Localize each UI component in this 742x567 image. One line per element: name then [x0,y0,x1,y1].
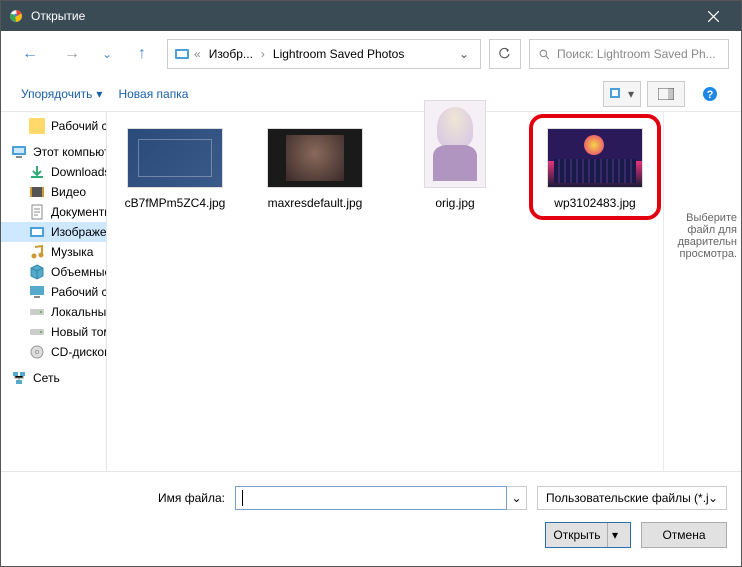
chevron-left-icon: « [194,47,201,61]
nav-row: ← → ⌄ ↑ « Изобр... › Lightroom Saved Pho… [1,31,741,77]
open-dropdown[interactable]: ▾ [607,523,623,547]
close-button[interactable] [693,1,733,31]
address-dropdown[interactable]: ⌄ [454,47,474,61]
desktop-icon [29,284,45,300]
network-icon [11,370,27,386]
documents-icon [29,204,45,220]
address-bar[interactable]: « Изобр... › Lightroom Saved Photos ⌄ [167,39,481,69]
thumbnail [424,100,486,188]
tree-this-pc[interactable]: Этот компьютер [1,142,106,162]
file-name: cB7fMPm5ZC4.jpg [115,194,235,212]
file-name: orig.jpg [395,194,515,212]
file-item[interactable]: cB7fMPm5ZC4.jpg [115,128,235,212]
breadcrumb-parent[interactable]: Изобр... [205,47,257,61]
tree-documents[interactable]: Документы [1,202,106,222]
window-title: Открытие [31,9,693,23]
cancel-button[interactable]: Отмена [641,522,727,548]
search-placeholder: Поиск: Lightroom Saved Ph... [557,47,716,61]
file-name: wp3102483.jpg [535,194,655,212]
thumbnail [547,128,643,188]
back-button[interactable]: ← [13,40,47,68]
toolbar: Упорядочить ▾ Новая папка ▾ ? [1,77,741,112]
pictures-icon [174,46,190,62]
main-area: Рабочий стол Этот компьютер Downloads Ви… [1,112,741,471]
music-icon [29,244,45,260]
pictures-icon [29,224,45,240]
chrome-icon [9,9,23,23]
chevron-down-icon: ▾ [96,87,102,101]
pc-icon [11,144,27,160]
filename-history-dropdown[interactable]: ⌄ [507,486,527,510]
tree-pictures[interactable]: Изображения [1,222,106,242]
file-item-selected[interactable]: wp3102483.jpg [535,128,655,212]
tree-desktop-2[interactable]: Рабочий стол [1,282,106,302]
filename-input[interactable] [235,486,507,510]
downloads-icon [29,164,45,180]
file-item[interactable]: orig.jpg [395,128,515,212]
tree-videos[interactable]: Видео [1,182,106,202]
videos-icon [29,184,45,200]
svg-text:?: ? [707,89,714,101]
tree-cd-drive[interactable]: CD-дисковод (F: [1,342,106,362]
forward-button[interactable]: → [55,40,89,68]
file-open-dialog: Открытие ← → ⌄ ↑ « Изобр... › Lightroom … [0,0,742,567]
titlebar: Открытие [1,1,741,31]
drive-icon [29,304,45,320]
chevron-down-icon: ⌄ [708,491,718,505]
tree-music[interactable]: Музыка [1,242,106,262]
chevron-right-icon: › [261,47,265,61]
organize-menu[interactable]: Упорядочить ▾ [13,83,110,105]
new-folder-button[interactable]: Новая папка [110,83,196,105]
tree-network[interactable]: Сеть [1,368,106,388]
file-name: maxresdefault.jpg [255,194,375,212]
tree-desktop[interactable]: Рабочий стол [1,116,106,136]
tree-new-volume-d[interactable]: Новый том (D:) [1,322,106,342]
search-icon [538,48,551,61]
content-area: cB7fMPm5ZC4.jpg maxresdefault.jpg orig.j… [107,112,741,471]
file-item[interactable]: maxresdefault.jpg [255,128,375,212]
history-dropdown[interactable]: ⌄ [97,40,117,68]
preview-pane: Выберите файл для дварительн просмотра. [663,112,741,471]
tree-3d-objects[interactable]: Объемные объ [1,262,106,282]
up-button[interactable]: ↑ [125,40,159,68]
file-filter-dropdown[interactable]: Пользовательские файлы (*.jf ⌄ [537,486,727,510]
help-button[interactable]: ? [691,81,729,107]
breadcrumb-current[interactable]: Lightroom Saved Photos [269,47,408,61]
filename-label: Имя файла: [15,491,225,505]
open-button[interactable]: Открыть ▾ [545,522,631,548]
file-grid[interactable]: cB7fMPm5ZC4.jpg maxresdefault.jpg orig.j… [107,112,663,471]
drive-icon [29,324,45,340]
preview-pane-button[interactable] [647,81,685,107]
bottom-bar: Имя файла: ⌄ Пользовательские файлы (*.j… [1,471,741,566]
refresh-button[interactable] [489,39,521,69]
tree-downloads[interactable]: Downloads [1,162,106,182]
tree-sidebar[interactable]: Рабочий стол Этот компьютер Downloads Ви… [1,112,107,471]
cd-icon [29,344,45,360]
view-mode-button[interactable]: ▾ [603,81,641,107]
search-input[interactable]: Поиск: Lightroom Saved Ph... [529,39,729,69]
thumbnail [267,128,363,188]
cube-icon [29,264,45,280]
thumbnail [127,128,223,188]
tree-local-disk-c[interactable]: Локальный дис [1,302,106,322]
